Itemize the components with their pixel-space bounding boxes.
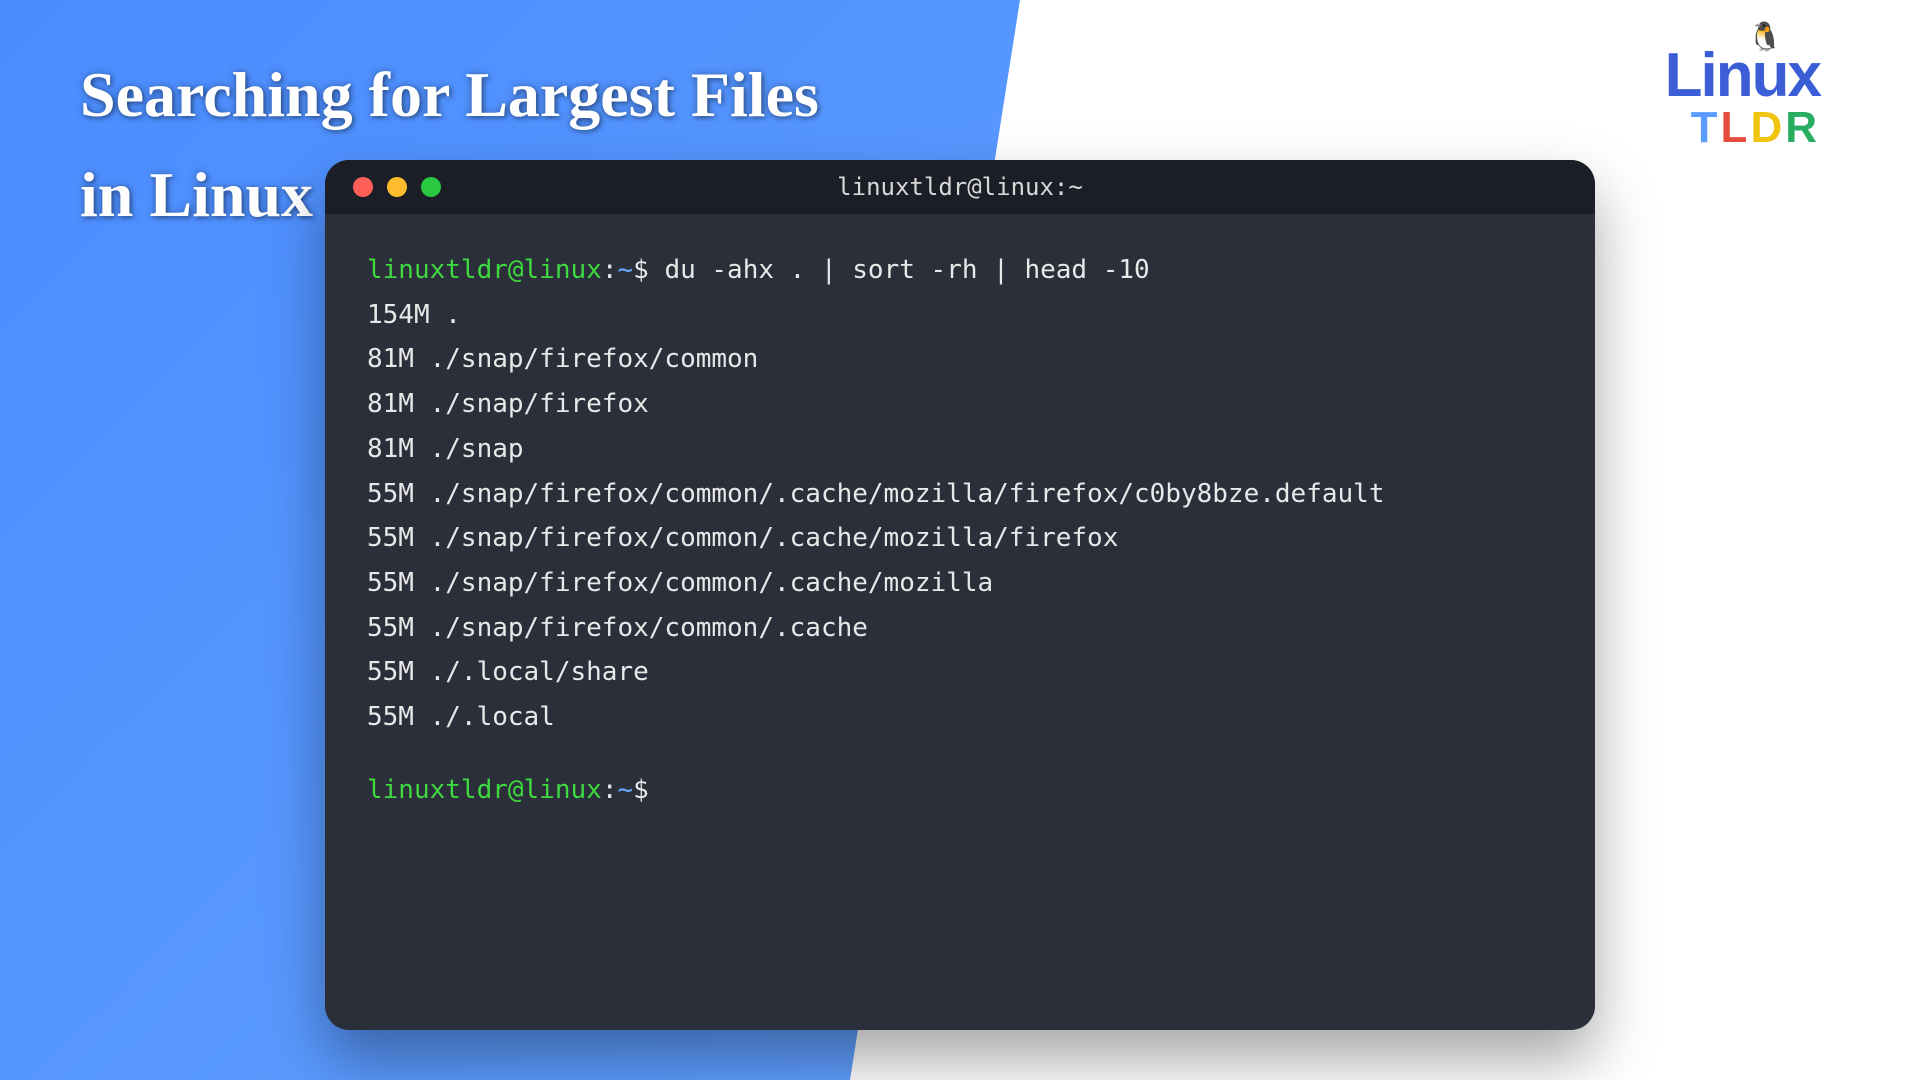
output-line: 55M ./snap/firefox/common/.cache/mozilla… <box>367 472 1553 517</box>
terminal-title: linuxtldr@linux:~ <box>837 173 1083 201</box>
prompt-path: ~ <box>617 255 633 285</box>
logo-linux-text: 🐧 Linux <box>1665 40 1820 111</box>
prompt-line-2: linuxtldr@linux:~$ <box>367 768 1553 813</box>
output-line: 55M ./.local/share <box>367 650 1553 695</box>
output-line: 55M ./snap/firefox/common/.cache/mozilla <box>367 561 1553 606</box>
output-line: 55M ./snap/firefox/common/.cache <box>367 606 1553 651</box>
minimize-icon[interactable] <box>387 177 407 197</box>
maximize-icon[interactable] <box>421 177 441 197</box>
title-line-1: Searching for Largest Files <box>80 55 819 135</box>
output-line: 55M ./.local <box>367 695 1553 740</box>
prompt-user-host: linuxtldr@linux <box>367 255 602 285</box>
prompt-user-host: linuxtldr@linux <box>367 775 602 805</box>
traffic-lights <box>353 177 441 197</box>
output-line: 81M ./snap/firefox <box>367 382 1553 427</box>
command-text: du -ahx . | sort -rh | head -10 <box>664 255 1149 285</box>
prompt-path: ~ <box>617 775 633 805</box>
prompt-dollar: $ <box>633 775 649 805</box>
output-line: 154M . <box>367 293 1553 338</box>
terminal-window: linuxtldr@linux:~ linuxtldr@linux:~$ du … <box>325 160 1595 1030</box>
logo-linux-word: Linux <box>1665 41 1820 110</box>
prompt-colon: : <box>602 775 618 805</box>
prompt-dollar: $ <box>633 255 649 285</box>
output-line: 55M ./snap/firefox/common/.cache/mozilla… <box>367 516 1553 561</box>
logo-block: 🐧 Linux TLDR <box>1665 40 1820 153</box>
terminal-body[interactable]: linuxtldr@linux:~$ du -ahx . | sort -rh … <box>325 214 1595 847</box>
prompt-line-1: linuxtldr@linux:~$ du -ahx . | sort -rh … <box>367 248 1553 293</box>
output-line: 81M ./snap/firefox/common <box>367 337 1553 382</box>
output-line: 81M ./snap <box>367 427 1553 472</box>
close-icon[interactable] <box>353 177 373 197</box>
terminal-titlebar: linuxtldr@linux:~ <box>325 160 1595 214</box>
penguin-icon: 🐧 <box>1748 20 1781 53</box>
prompt-colon: : <box>602 255 618 285</box>
